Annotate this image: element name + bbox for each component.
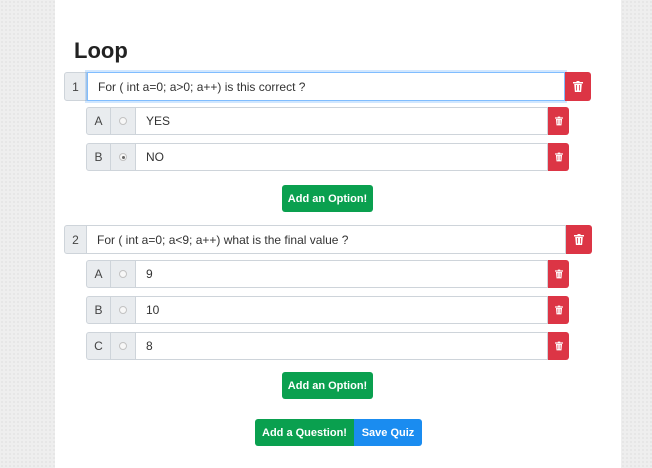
- option-text-input[interactable]: 10: [136, 296, 548, 324]
- option-text: 8: [146, 339, 153, 353]
- option-text-input[interactable]: 9: [136, 260, 548, 288]
- delete-question-button[interactable]: [565, 72, 591, 101]
- delete-option-button[interactable]: [548, 107, 569, 135]
- option-row: A 9: [86, 260, 569, 288]
- radio-icon: [119, 270, 127, 278]
- radio-icon: [119, 153, 127, 161]
- radio-icon: [119, 342, 127, 350]
- question-row-1: 1 For ( int a=0; a>0; a++) is this corre…: [64, 72, 591, 101]
- option-letter: C: [86, 332, 111, 360]
- add-option-button[interactable]: Add an Option!: [282, 372, 373, 399]
- option-radio[interactable]: [111, 332, 136, 360]
- question-number: 2: [64, 225, 87, 254]
- option-radio[interactable]: [111, 143, 136, 171]
- option-text: YES: [146, 114, 171, 128]
- add-question-button[interactable]: Add a Question!: [255, 419, 354, 446]
- save-quiz-button[interactable]: Save Quiz: [354, 419, 422, 446]
- trash-icon: [554, 305, 563, 315]
- trash-icon: [554, 269, 563, 279]
- option-text-input[interactable]: YES: [136, 107, 548, 135]
- question-text-input[interactable]: For ( int a=0; a>0; a++) is this correct…: [87, 72, 565, 101]
- option-letter: A: [86, 260, 111, 288]
- delete-option-button[interactable]: [548, 296, 569, 324]
- quiz-title: Loop: [74, 38, 128, 63]
- trash-icon: [574, 234, 584, 245]
- radio-icon: [119, 117, 127, 125]
- question-text-input[interactable]: For ( int a=0; a<9; a++) what is the fin…: [87, 225, 566, 254]
- option-text: 9: [146, 267, 153, 281]
- option-row: C 8: [86, 332, 569, 360]
- option-letter: B: [86, 143, 111, 171]
- option-text: 10: [146, 303, 160, 317]
- question-number: 1: [64, 72, 87, 101]
- left-gutter: [0, 0, 55, 468]
- option-row: A YES: [86, 107, 569, 135]
- question-text: For ( int a=0; a>0; a++) is this correct…: [98, 79, 306, 94]
- option-text: NO: [146, 150, 164, 164]
- radio-icon: [119, 306, 127, 314]
- delete-option-button[interactable]: [548, 143, 569, 171]
- option-row: B 10: [86, 296, 569, 324]
- trash-icon: [554, 341, 563, 351]
- option-radio[interactable]: [111, 107, 136, 135]
- option-text-input[interactable]: NO: [136, 143, 548, 171]
- question-row-2: 2 For ( int a=0; a<9; a++) what is the f…: [64, 225, 592, 254]
- trash-icon: [554, 152, 563, 162]
- option-radio[interactable]: [111, 296, 136, 324]
- option-radio[interactable]: [111, 260, 136, 288]
- option-letter: A: [86, 107, 111, 135]
- question-text: For ( int a=0; a<9; a++) what is the fin…: [97, 232, 349, 247]
- trash-icon: [573, 81, 583, 92]
- option-text-input[interactable]: 8: [136, 332, 548, 360]
- option-letter: B: [86, 296, 111, 324]
- option-row: B NO: [86, 143, 569, 171]
- add-option-button[interactable]: Add an Option!: [282, 185, 373, 212]
- delete-question-button[interactable]: [566, 225, 592, 254]
- right-gutter: [621, 0, 652, 468]
- delete-option-button[interactable]: [548, 260, 569, 288]
- trash-icon: [554, 116, 563, 126]
- delete-option-button[interactable]: [548, 332, 569, 360]
